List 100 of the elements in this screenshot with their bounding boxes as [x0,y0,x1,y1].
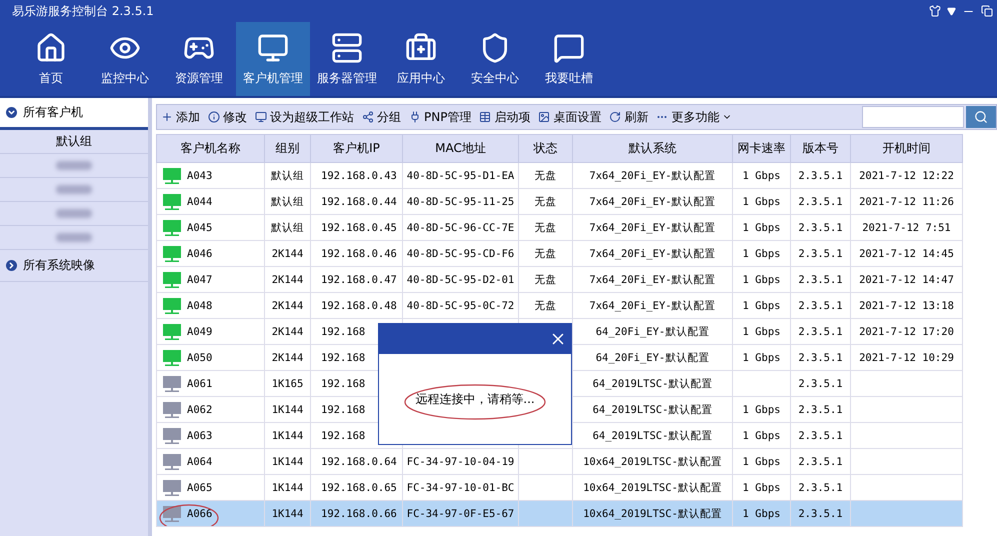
table-cell: A062 [187,404,212,416]
table-cell: 1 Gbps [742,196,780,208]
column-header[interactable]: 状态 [518,134,572,162]
table-cell: 默认组 [271,222,304,234]
table-cell: 1K144 [272,508,304,520]
table-cell: A063 [187,430,212,442]
nav-tab[interactable]: 监控中心 [88,22,162,96]
table-cell: 192.168 [321,352,366,364]
column-header[interactable]: 开机时间 [850,134,962,162]
table-cell: 2.3.5.1 [798,326,843,338]
nav-tab[interactable]: 服务器管理 [310,22,384,96]
table-cell: A044 [187,196,212,208]
restore-icon[interactable] [981,5,993,17]
toolbar-button[interactable]: 桌面设置 [538,108,602,126]
search-field[interactable] [862,106,964,128]
toolbar-button[interactable]: 分组 [362,108,401,126]
table-cell: 2021-7-12 11:26 [859,196,954,208]
table-cell: A045 [187,222,212,234]
table-cell: 2.3.5.1 [798,430,843,442]
table-cell: 1 Gbps [742,456,780,468]
image-icon [538,111,550,123]
table-cell: 1 Gbps [742,300,780,312]
table-cell: 默认组 [271,196,304,208]
section-label: 所有系统映像 [23,257,95,274]
table-cell: A046 [187,248,212,260]
table-cell: 1 Gbps [742,326,780,338]
toolbar-button[interactable]: 启动项 [479,108,530,126]
toolbar-button[interactable]: PNP管理 [409,108,472,126]
nav-tab[interactable]: 应用中心 [384,22,458,96]
table-cell: 7x64_20Fi_EY-默认配置 [589,222,716,234]
column-header[interactable]: 组别 [264,134,310,162]
table-row[interactable]: A043 默认组 192.168.0.43 40-8D-5C-95-D1-EA 无盘 7x64_20Fi_EY-默认配置 1 Gbps 2.3.5.1 2021-7-12 12:22 [156,162,962,188]
table-cell: 10x64_2019LTSC-默认配置 [583,482,722,494]
table-cell: 192.168.0.64 [321,456,397,468]
table-cell: 2K144 [272,274,304,286]
table-row[interactable]: A064 1K144 192.168.0.64 FC-34-97-10-04-19 10x64_2019LTSC-默认配置 1 Gbps 2.3.5.1 [156,448,962,474]
table-row[interactable]: A048 2K144 192.168.0.48 40-8D-5C-95-0C-72 无盘 7x64_20Fi_EY-默认配置 1 Gbps 2.3.5.1 2021-7-12 13:18 [156,292,962,318]
table-cell: 无盘 [534,274,556,286]
table-cell: 1K144 [272,456,304,468]
table-cell: 2.3.5.1 [798,456,843,468]
column-header[interactable]: MAC地址 [402,134,518,162]
column-header[interactable]: 网卡速率 [732,134,790,162]
column-header[interactable]: 默认系统 [572,134,732,162]
table-cell: 192.168.0.45 [321,222,397,234]
table-cell: 64_2019LTSC-默认配置 [592,430,712,442]
table-cell: 192.168 [321,378,366,390]
table-cell: 1 Gbps [742,404,780,416]
table-cell: 2.3.5.1 [798,170,843,182]
table-row[interactable]: A065 1K144 192.168.0.65 FC-34-97-10-01-BC 10x64_2019LTSC-默认配置 1 Gbps 2.3.5.1 [156,474,962,500]
table-cell: 192.168.0.44 [321,196,397,208]
toolbar-button[interactable]: 设为超级工作站 [255,108,354,126]
table-row[interactable]: A066 1K144 192.168.0.66 FC-34-97-0F-E5-67 10x64_2019LTSC-默认配置 1 Gbps 2.3.5.1 [156,500,962,526]
table-cell: 2.3.5.1 [798,196,843,208]
table-cell: 10x64_2019LTSC-默认配置 [583,456,722,468]
tree-section[interactable]: 所有客户机 [0,98,148,130]
table-cell: 7x64_20Fi_EY-默认配置 [589,248,716,260]
table-row[interactable]: A044 默认组 192.168.0.44 40-8D-5C-95-11-25 无盘 7x64_20Fi_EY-默认配置 1 Gbps 2.3.5.1 2021-7-12 11:26 [156,188,962,214]
table-cell: 2021-7-12 13:18 [859,300,954,312]
toolbar-button[interactable]: 刷新 [609,108,648,126]
table-cell: A065 [187,482,212,494]
table-cell: 1 Gbps [742,508,780,520]
monitor-icon [255,111,267,123]
table-cell: 1 Gbps [742,170,780,182]
column-header[interactable]: 版本号 [790,134,850,162]
monitor-icon [257,32,289,64]
toolbar-button[interactable]: 添加 [161,108,200,126]
column-header[interactable]: 客户机IP [310,134,402,162]
shirt-icon[interactable] [929,5,941,17]
column-header[interactable]: 客户机名称 [156,134,264,162]
nav-tab[interactable]: 客户机管理 [236,22,310,96]
table-cell: 64_20Fi_EY-默认配置 [596,326,710,338]
table-cell: 1 Gbps [742,248,780,260]
dialog-message: 远程连接中，请稍等... [415,390,535,408]
toolbar-button[interactable]: 修改 [208,108,247,126]
table-cell: 2021-7-12 10:29 [859,352,954,364]
table-cell: 2021-7-12 14:47 [859,274,954,286]
table-row[interactable]: A045 默认组 192.168.0.45 40-8D-5C-96-CC-7E 无盘 7x64_20Fi_EY-默认配置 1 Gbps 2.3.5.1 2021-7-12 7:51 [156,214,962,240]
table-icon [479,111,492,123]
caret-icon[interactable] [947,6,956,16]
blurred-label [56,185,92,194]
table-cell: 1 Gbps [742,274,780,286]
search-button[interactable] [966,106,996,128]
nav-tab[interactable]: 资源管理 [162,22,236,96]
nav-tab[interactable]: 我要吐槽 [532,22,606,96]
refresh-icon [609,111,622,123]
nav-tab[interactable]: 安全中心 [458,22,532,96]
table-cell: A061 [187,378,212,390]
table-cell: A064 [187,456,212,468]
table-cell: 2.3.5.1 [798,508,843,520]
table-cell: 192.168.0.65 [321,482,397,494]
table-cell: 无盘 [534,222,556,234]
table-row[interactable]: A046 2K144 192.168.0.46 40-8D-5C-95-CD-F6 无盘 7x64_20Fi_EY-默认配置 1 Gbps 2.3.5.1 2021-7-12 14:45 [156,240,962,266]
table-cell: 192.168.0.47 [321,274,397,286]
table-cell: A043 [187,170,212,182]
nav-tab[interactable]: 首页 [14,22,88,96]
table-cell: 1K144 [272,430,304,442]
table-row[interactable]: A047 2K144 192.168.0.47 40-8D-5C-95-D2-01 无盘 7x64_20Fi_EY-默认配置 1 Gbps 2.3.5.1 2021-7-12 14:47 [156,266,962,292]
toolbar-button[interactable]: 更多功能 [656,108,732,126]
table-cell: 1K144 [272,482,304,494]
table-cell: 40-8D-5C-95-11-25 [406,196,514,208]
